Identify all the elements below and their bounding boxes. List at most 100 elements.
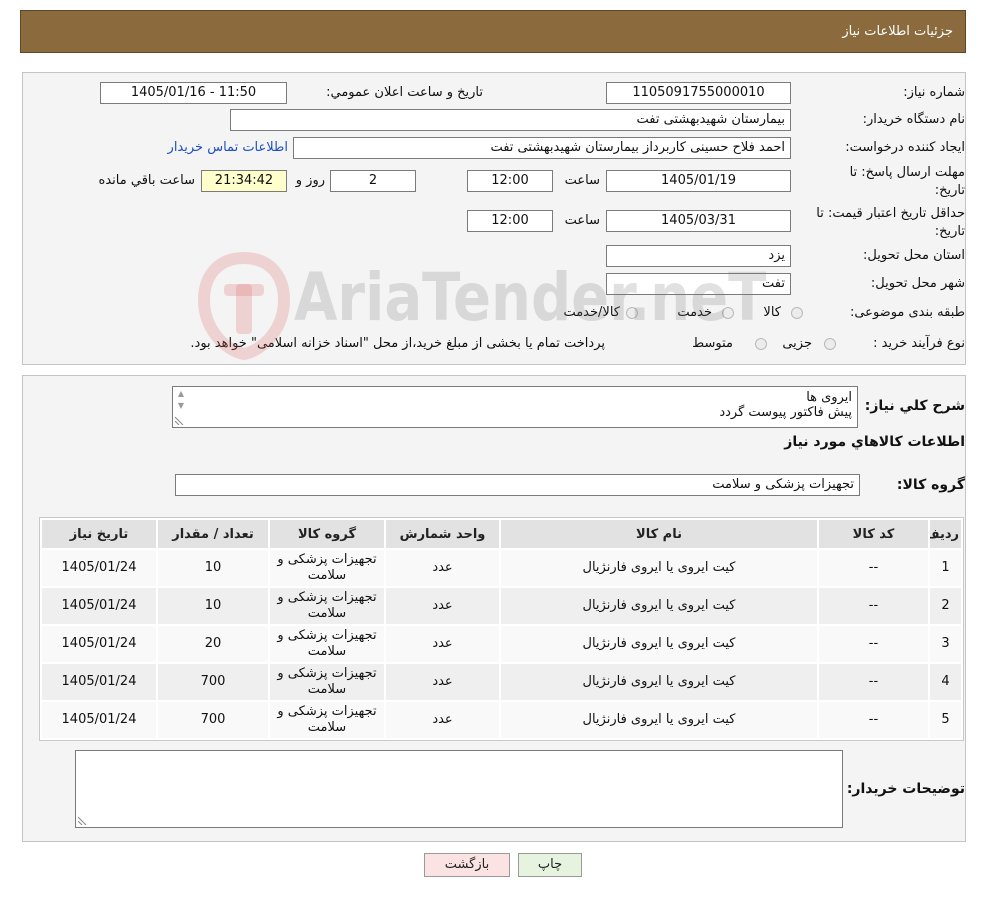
need-date-cell: 1405/01/24 <box>42 664 156 700</box>
category-service-label: خدمت <box>677 305 712 320</box>
quantity-cell: 10 <box>158 550 268 586</box>
table-row: 3 -- کیت ایروی یا ایروی فارنژیال عدد تجه… <box>42 626 961 662</box>
col-header-unit: واحد شمارش <box>386 520 499 548</box>
group-cell: تجهیزات پزشکی و سلامت <box>270 588 384 624</box>
resize-handle-icon[interactable] <box>175 415 185 425</box>
category-goods-service-label: کالا/خدمت <box>563 305 620 320</box>
buyer-notes-textarea[interactable] <box>75 750 843 828</box>
col-header-item-code: کد کالا <box>819 520 928 548</box>
item-name-cell: کیت ایروی یا ایروی فارنژیال <box>501 550 817 586</box>
col-header-need-date: تاریخ نیاز <box>42 520 156 548</box>
requester-label: ایجاد کننده درخواست: <box>845 140 965 155</box>
need-date-cell: 1405/01/24 <box>42 626 156 662</box>
items-table: ردیف کد کالا نام کالا واحد شمارش گروه کا… <box>39 517 964 741</box>
requester-field[interactable]: احمد فلاح حسینی کاربرداز بیمارستان شهیدب… <box>293 137 791 159</box>
process-medium-radio[interactable] <box>755 338 767 350</box>
row-number-cell: 5 <box>930 702 961 738</box>
need-number-field[interactable]: 1105091755000010 <box>606 82 791 104</box>
item-name-cell: کیت ایروی یا ایروی فارنژیال <box>501 702 817 738</box>
response-deadline-time-label: ساعت <box>564 173 600 188</box>
category-goods-label: کالا <box>763 305 781 320</box>
subject-category-label: طبقه بندی موضوعی: <box>849 305 965 320</box>
row-number-cell: 4 <box>930 664 961 700</box>
purchase-process-label: نوع فرآیند خرید : <box>873 336 965 351</box>
category-goods-service-radio[interactable] <box>626 307 638 319</box>
buyer-contact-link[interactable]: اطلاعات تماس خریدار <box>168 139 288 157</box>
print-button[interactable]: چاپ <box>518 853 582 877</box>
item-code-cell: -- <box>819 702 928 738</box>
unit-cell: عدد <box>386 664 499 700</box>
buyer-org-label: نام دستگاه خریدار: <box>862 112 965 127</box>
col-header-group: گروه کالا <box>270 520 384 548</box>
items-section-title: اطلاعات کالاهاي مورد نیاز <box>784 434 965 450</box>
need-date-cell: 1405/01/24 <box>42 550 156 586</box>
table-row: 5 -- کیت ایروی یا ایروی فارنژیال عدد تجه… <box>42 702 961 738</box>
description-line: ایروی ها <box>806 390 852 405</box>
item-name-cell: کیت ایروی یا ایروی فارنژیال <box>501 664 817 700</box>
item-code-cell: -- <box>819 550 928 586</box>
quantity-cell: 10 <box>158 588 268 624</box>
buyer-notes-label: توضیحات خریدار: <box>846 781 965 797</box>
unit-cell: عدد <box>386 626 499 662</box>
price-validity-date-field[interactable]: 1405/03/31 <box>606 210 791 232</box>
need-date-cell: 1405/01/24 <box>42 588 156 624</box>
group-cell: تجهیزات پزشکی و سلامت <box>270 626 384 662</box>
response-deadline-time-field[interactable]: 12:00 <box>467 170 553 192</box>
description-textarea[interactable]: ایروی ها پیش فاکتور پیوست گردد ▲ ▼ <box>172 386 858 428</box>
col-header-item-name: نام کالا <box>501 520 817 548</box>
row-number-cell: 3 <box>930 626 961 662</box>
need-date-cell: 1405/01/24 <box>42 702 156 738</box>
process-medium-label: متوسط <box>692 336 733 351</box>
table-header-row: ردیف کد کالا نام کالا واحد شمارش گروه کا… <box>42 520 961 548</box>
treasury-note: پرداخت تمام یا بخشی از مبلغ خرید،از محل … <box>190 336 605 351</box>
table-row: 2 -- کیت ایروی یا ایروی فارنژیال عدد تجه… <box>42 588 961 624</box>
item-code-cell: -- <box>819 664 928 700</box>
back-button[interactable]: بازگشت <box>424 853 510 877</box>
price-validity-label: حداقل تاریخ اعتبار قیمت: تا <box>816 206 965 221</box>
remaining-time-label: ساعت باقي مانده <box>98 173 195 188</box>
delivery-city-label: شهر محل تحویل: <box>870 276 965 291</box>
buyer-org-field[interactable]: بیمارستان شهیدبهشتی تفت <box>230 109 791 131</box>
description-line: پیش فاکتور پیوست گردد <box>719 405 852 420</box>
item-name-cell: کیت ایروی یا ایروی فارنژیال <box>501 588 817 624</box>
goods-group-label: گروه کالا: <box>896 477 965 493</box>
category-goods-radio[interactable] <box>791 307 803 319</box>
remaining-days-field[interactable]: 2 <box>330 170 416 192</box>
table-row: 1 -- کیت ایروی یا ایروی فارنژیال عدد تجه… <box>42 550 961 586</box>
delivery-province-label: استان محل تحویل: <box>863 248 965 263</box>
item-name-cell: کیت ایروی یا ایروی فارنژیال <box>501 626 817 662</box>
col-header-quantity: تعداد / مقدار <box>158 520 268 548</box>
announce-datetime-label: تاریخ و ساعت اعلان عمومي: <box>326 85 483 100</box>
quantity-cell: 700 <box>158 664 268 700</box>
item-code-cell: -- <box>819 588 928 624</box>
announce-datetime-field[interactable]: 1405/01/16 - 11:50 <box>100 82 287 104</box>
price-validity-time-label: ساعت <box>564 213 600 228</box>
response-deadline-label-line2: تاریخ: <box>934 183 965 198</box>
quantity-cell: 20 <box>158 626 268 662</box>
delivery-city-field[interactable]: تفت <box>606 273 791 295</box>
unit-cell: عدد <box>386 550 499 586</box>
scroll-down-arrow-icon[interactable]: ▼ <box>174 400 188 412</box>
process-minor-radio[interactable] <box>824 338 836 350</box>
table-row: 4 -- کیت ایروی یا ایروی فارنژیال عدد تجه… <box>42 664 961 700</box>
price-validity-label-line2: تاریخ: <box>934 224 965 239</box>
resize-handle-icon[interactable] <box>78 815 88 825</box>
category-service-radio[interactable] <box>722 307 734 319</box>
item-code-cell: -- <box>819 626 928 662</box>
scrollbar[interactable]: ▲ ▼ <box>174 388 188 418</box>
group-cell: تجهیزات پزشکی و سلامت <box>270 702 384 738</box>
response-deadline-date-field[interactable]: 1405/01/19 <box>606 170 791 192</box>
goods-group-field[interactable]: تجهیزات پزشکی و سلامت <box>175 474 860 496</box>
page-title: جزئیات اطلاعات نیاز <box>842 24 953 39</box>
col-header-row-number: ردیف <box>930 520 961 548</box>
remaining-days-label: روز و <box>295 173 325 188</box>
unit-cell: عدد <box>386 702 499 738</box>
delivery-province-field[interactable]: یزد <box>606 245 791 267</box>
price-validity-time-field[interactable]: 12:00 <box>467 210 553 232</box>
scroll-up-arrow-icon[interactable]: ▲ <box>174 388 188 400</box>
page-header: جزئیات اطلاعات نیاز <box>20 10 966 53</box>
remaining-time-field[interactable]: 21:34:42 <box>201 170 287 192</box>
response-deadline-label: مهلت ارسال پاسخ: تا <box>849 165 965 180</box>
process-minor-label: جزیی <box>782 336 812 351</box>
need-number-label: شماره نیاز: <box>903 85 965 100</box>
